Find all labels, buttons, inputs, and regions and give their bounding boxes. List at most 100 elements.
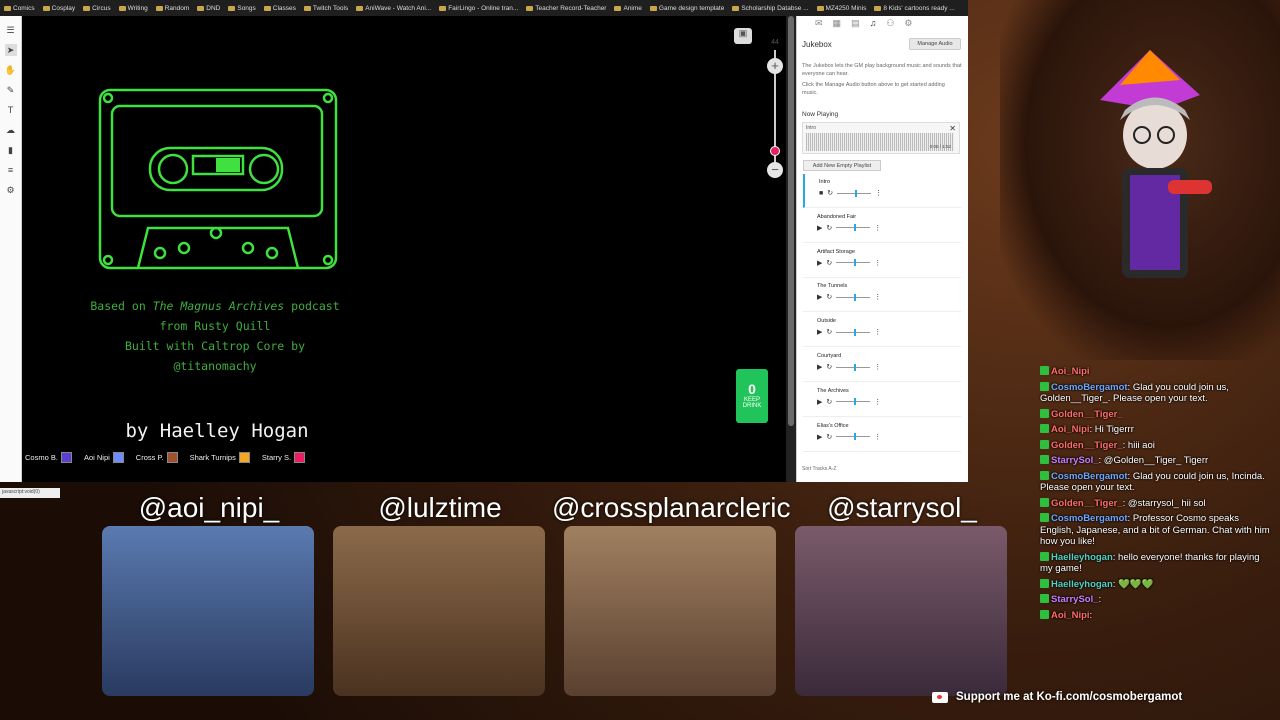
track-row[interactable]: The Tunnels ▶ ↻ ⋮ xyxy=(803,278,961,313)
fog-tool-icon[interactable]: ☁ xyxy=(5,124,17,136)
manage-audio-button[interactable]: Manage Audio xyxy=(909,38,961,50)
bookmark-item[interactable]: FairLingo - Online tran... xyxy=(439,5,518,12)
add-playlist-button[interactable]: Add New Empty Playlist xyxy=(803,160,881,171)
volume-slider[interactable] xyxy=(836,363,871,371)
bookmark-item[interactable]: Cosplay xyxy=(42,5,75,12)
play-icon[interactable]: ▶ xyxy=(817,259,822,267)
loop-icon[interactable]: ↻ xyxy=(826,293,832,301)
more-icon[interactable]: ⋮ xyxy=(874,433,881,441)
player-color-swatch xyxy=(166,452,178,463)
bookmark-item[interactable]: Songs xyxy=(228,5,256,12)
bookmark-item[interactable]: 8 Kids' cartoons ready ... xyxy=(874,5,955,12)
folder-icon xyxy=(263,5,271,11)
player-item[interactable]: Aoi Nipi xyxy=(84,452,124,463)
roll20-game-canvas[interactable]: ☰ ➤ ✋ ✎ T ☁ ▮ ≡ ⚙ Based on The Magnus Ar… xyxy=(0,16,796,498)
chat-username: StarrySol_ xyxy=(1051,594,1099,605)
track-row[interactable]: Courtyard ▶ ↻ ⋮ xyxy=(803,348,961,382)
host-video xyxy=(333,526,545,696)
settings-tab-icon[interactable]: ⚙ xyxy=(904,18,912,32)
zoom-in-button[interactable]: + xyxy=(767,58,783,74)
bookmark-item[interactable]: Comics xyxy=(4,5,35,12)
more-icon[interactable]: ⋮ xyxy=(874,224,881,232)
volume-slider[interactable] xyxy=(836,328,871,336)
bookmark-item[interactable]: DND xyxy=(197,5,220,12)
loop-icon[interactable]: ↻ xyxy=(826,398,832,406)
badge-icon xyxy=(1040,366,1049,375)
chat-tab-icon[interactable]: ✉ xyxy=(815,18,823,32)
more-icon[interactable]: ⋮ xyxy=(874,363,881,371)
art-tab-icon[interactable]: ▦ xyxy=(833,18,842,32)
loop-icon[interactable]: ↻ xyxy=(826,224,832,232)
zoom-out-button[interactable]: − xyxy=(767,162,783,178)
badge-icon xyxy=(1040,513,1049,522)
bookmark-item[interactable]: Teacher Record-Teacher xyxy=(526,5,606,12)
more-icon[interactable]: ⋮ xyxy=(874,328,881,336)
select-tool-icon[interactable]: ➤ xyxy=(4,44,17,56)
compendium-tab-icon[interactable]: ⚇ xyxy=(886,18,894,32)
play-icon[interactable]: ▶ xyxy=(817,398,822,406)
draw-tool-icon[interactable]: ✎ xyxy=(5,84,17,96)
close-icon[interactable]: ✕ xyxy=(949,124,956,133)
track-row[interactable]: Artifact Storage ▶ ↻ ⋮ xyxy=(803,244,961,278)
track-row[interactable]: Outside ▶ ↻ ⋮ xyxy=(803,313,961,348)
folder-icon xyxy=(42,5,50,11)
volume-slider[interactable] xyxy=(836,224,871,232)
track-row[interactable]: Abandoned Fair ▶ ↻ ⋮ xyxy=(803,209,961,243)
host-cameras: @aoi_nipi_ @lulztime @crossplanarcleric @st… xyxy=(90,482,1010,702)
bookmark-item[interactable]: Game design template xyxy=(649,5,724,12)
loop-icon[interactable]: ↻ xyxy=(826,433,832,441)
more-icon[interactable]: ⋮ xyxy=(874,398,881,406)
more-icon[interactable]: ⋮ xyxy=(874,293,881,301)
play-icon[interactable]: ▶ xyxy=(817,328,822,336)
player-item[interactable]: Shark Turnips xyxy=(190,452,250,463)
track-row[interactable]: The Archives ▶ ↻ ⋮ xyxy=(803,383,961,417)
canvas-scrollbar[interactable] xyxy=(786,16,796,482)
bookmark-item[interactable]: Writing xyxy=(118,5,148,12)
more-icon[interactable]: ⋮ xyxy=(874,259,881,267)
notes-tool-icon[interactable]: ≡ xyxy=(5,164,17,176)
volume-slider[interactable] xyxy=(836,398,871,406)
play-icon[interactable]: ▶ xyxy=(817,363,822,371)
loop-icon[interactable]: ↻ xyxy=(826,259,832,267)
sort-tracks-link[interactable]: Sort Tracks A-Z xyxy=(802,466,836,472)
track-row[interactable]: Elias's Office ▶ ↻ ⋮ xyxy=(803,418,961,452)
zoom-slider[interactable]: + − xyxy=(766,36,784,178)
play-icon[interactable]: ▶ xyxy=(817,433,822,441)
ruler-tool-icon[interactable]: ▮ xyxy=(5,144,17,156)
volume-slider[interactable] xyxy=(836,433,871,441)
volume-slider[interactable] xyxy=(836,293,871,301)
drink-counter-widget: 0 KEEP DRINK xyxy=(736,369,768,423)
player-item[interactable]: Cross P. xyxy=(136,452,178,463)
bookmark-item[interactable]: Scholarship Databse ... xyxy=(732,5,809,12)
bookmark-item[interactable]: Circus xyxy=(83,5,111,12)
bookmark-item[interactable]: Anime xyxy=(614,5,642,12)
camera-icon[interactable]: ▣ xyxy=(734,28,752,44)
play-icon[interactable]: ■ xyxy=(819,190,823,197)
loop-icon[interactable]: ↻ xyxy=(826,363,832,371)
bookmark-item[interactable]: Classes xyxy=(263,5,296,12)
journal-tab-icon[interactable]: ▤ xyxy=(851,18,860,32)
text-tool-icon[interactable]: T xyxy=(5,104,17,116)
dice-tool-icon[interactable]: ⚙ xyxy=(5,184,17,196)
jukebox-tab-icon[interactable]: ♫ xyxy=(870,18,877,32)
menu-icon[interactable]: ☰ xyxy=(5,24,17,36)
bookmark-item[interactable]: Twitch Tools xyxy=(303,5,348,12)
play-icon[interactable]: ▶ xyxy=(817,224,822,232)
volume-slider[interactable] xyxy=(837,189,872,197)
zoom-knob[interactable] xyxy=(770,146,780,156)
badge-icon xyxy=(1040,424,1049,433)
more-icon[interactable]: ⋮ xyxy=(875,189,882,197)
loop-icon[interactable]: ↻ xyxy=(826,328,832,336)
player-item[interactable]: Starry S. xyxy=(262,452,306,463)
loop-icon[interactable]: ↻ xyxy=(827,189,833,197)
track-row[interactable]: Intro ■ ↻ ⋮ xyxy=(803,174,961,208)
player-item[interactable]: Cosmo B. xyxy=(25,452,72,463)
chat-message: StarrySol_: xyxy=(1040,594,1270,606)
play-icon[interactable]: ▶ xyxy=(817,293,822,301)
pan-tool-icon[interactable]: ✋ xyxy=(5,64,17,76)
chat-message: Aoi_Nipi xyxy=(1040,366,1270,378)
bookmark-item[interactable]: MZ4250 Minis xyxy=(816,5,866,12)
volume-slider[interactable] xyxy=(836,259,871,267)
bookmark-item[interactable]: Random xyxy=(155,5,189,12)
bookmark-item[interactable]: AniWave - Watch Ani... xyxy=(356,5,431,12)
